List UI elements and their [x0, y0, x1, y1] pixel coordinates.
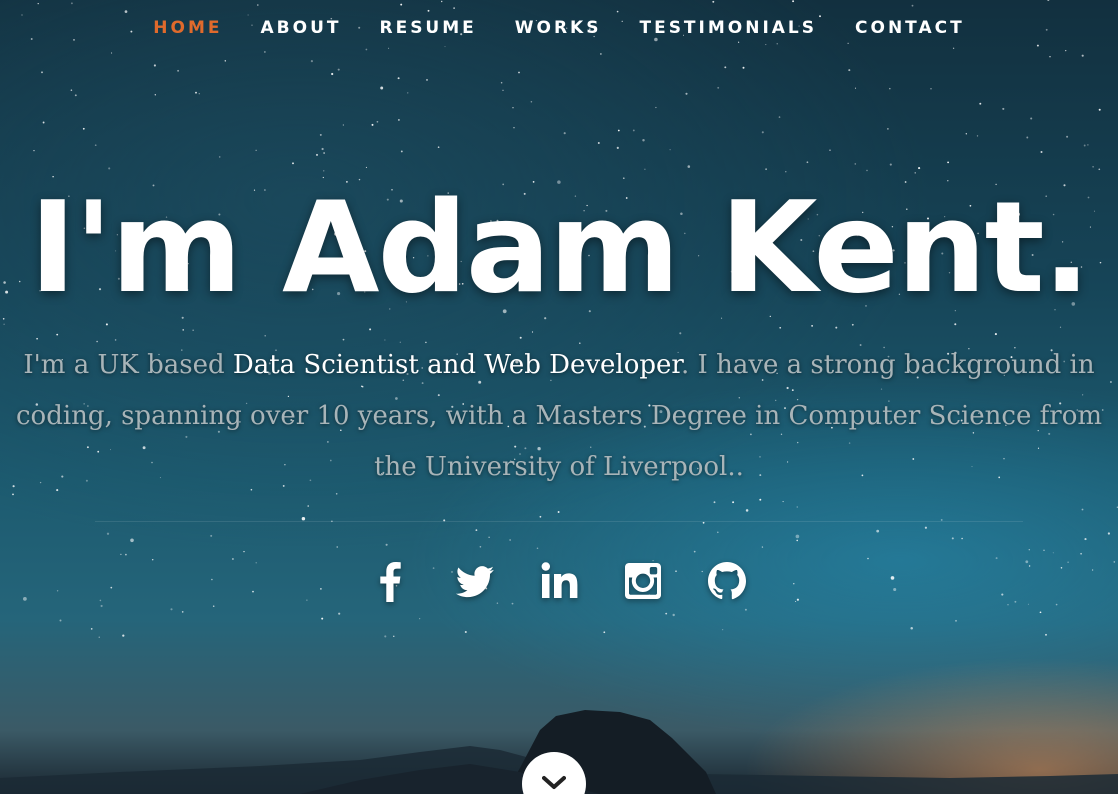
nav-item-resume[interactable]: RESUME — [360, 16, 495, 40]
intro-prefix: I'm a UK based — [23, 350, 233, 380]
instagram-icon[interactable] — [623, 558, 663, 604]
nav-item-works[interactable]: WORKS — [496, 16, 621, 40]
facebook-icon[interactable] — [371, 558, 411, 604]
social-links — [0, 558, 1118, 604]
chevron-down-icon — [542, 776, 566, 789]
hero-divider — [95, 521, 1023, 522]
twitter-icon[interactable] — [455, 558, 495, 604]
nav-item-about[interactable]: ABOUT — [242, 16, 361, 40]
linkedin-icon[interactable] — [539, 558, 579, 604]
nav-item-contact[interactable]: CONTACT — [836, 16, 984, 40]
main-navigation: HOME ABOUT RESUME WORKS TESTIMONIALS CON… — [0, 16, 1118, 40]
nav-item-testimonials[interactable]: TESTIMONIALS — [620, 16, 836, 40]
github-icon[interactable] — [707, 558, 747, 604]
hero-intro: I'm a UK based Data Scientist and Web De… — [10, 340, 1108, 493]
hero-title: I'm Adam Kent. — [29, 174, 1090, 321]
intro-highlight: Data Scientist and Web Developer — [232, 350, 682, 380]
nav-item-home[interactable]: HOME — [134, 16, 241, 40]
